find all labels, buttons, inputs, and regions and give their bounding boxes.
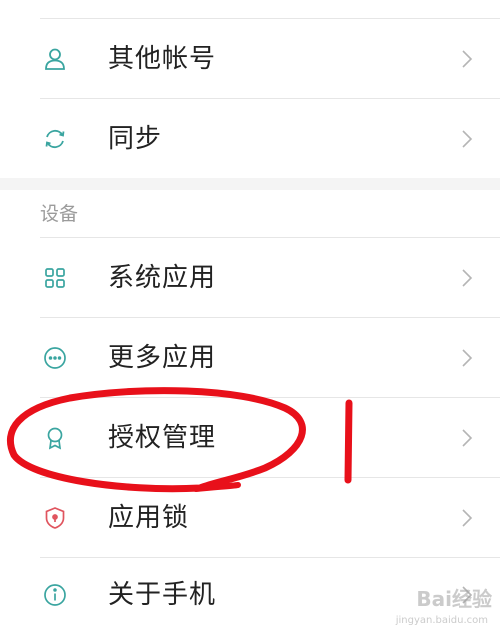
settings-item-more-apps[interactable]: 更多应用 — [0, 318, 500, 398]
settings-page: 其他帐号 同步 设备 系统应用 更多应用 授权管理 应用锁 关于手机 Bai经验… — [0, 0, 500, 634]
more-icon — [42, 345, 68, 371]
chevron-right-icon — [460, 48, 474, 70]
settings-item-label: 授权管理 — [108, 423, 217, 453]
person-icon — [42, 46, 68, 72]
shield-lock-icon — [42, 505, 68, 531]
settings-item-label: 系统应用 — [108, 263, 217, 293]
chevron-right-icon — [460, 427, 474, 449]
settings-item-label: 其他帐号 — [108, 44, 217, 74]
settings-item-sync[interactable]: 同步 — [0, 99, 500, 179]
settings-item-label: 关于手机 — [108, 580, 217, 610]
chevron-right-icon — [460, 267, 474, 289]
settings-item-app-lock[interactable]: 应用锁 — [0, 478, 500, 558]
chevron-right-icon — [460, 507, 474, 529]
settings-item-label: 同步 — [108, 124, 163, 154]
info-icon — [42, 582, 68, 608]
section-header-device: 设备 — [40, 203, 79, 225]
settings-item-permission-management[interactable]: 授权管理 — [0, 398, 500, 478]
watermark-url: jingyan.baidu.com — [395, 615, 488, 626]
settings-item-label: 应用锁 — [108, 503, 190, 533]
grid-icon — [42, 265, 68, 291]
badge-icon — [42, 425, 68, 451]
chevron-right-icon — [460, 347, 474, 369]
watermark-logo: Bai经验 — [416, 587, 492, 611]
settings-item-other-accounts[interactable]: 其他帐号 — [0, 19, 500, 99]
settings-item-system-apps[interactable]: 系统应用 — [0, 238, 500, 318]
sync-icon — [42, 126, 68, 152]
section-separator — [0, 178, 500, 190]
settings-item-label: 更多应用 — [108, 343, 217, 373]
chevron-right-icon — [460, 128, 474, 150]
